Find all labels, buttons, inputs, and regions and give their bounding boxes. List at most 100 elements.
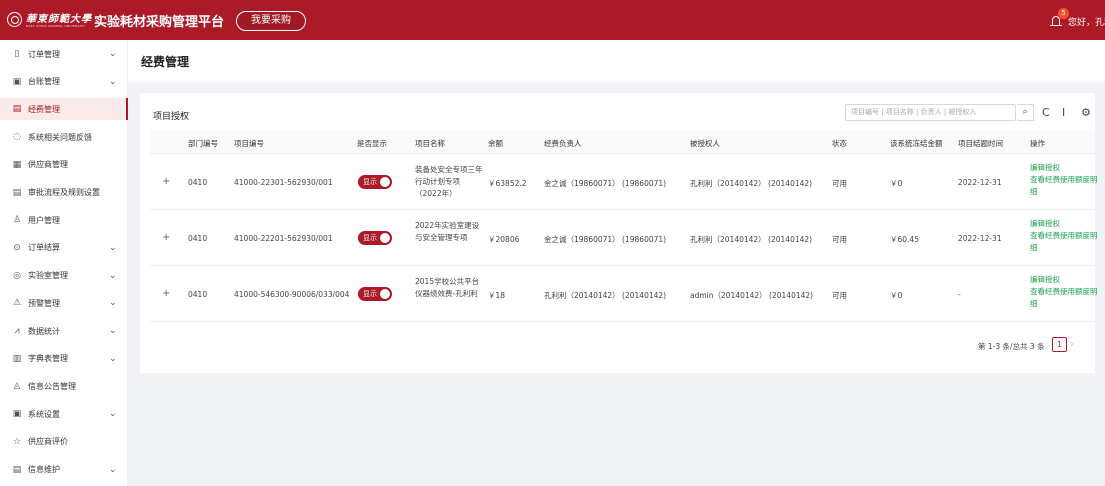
view-usage-link[interactable]: 查看经费使用额度明细 bbox=[1030, 230, 1100, 254]
page-title: 经费管理 bbox=[141, 55, 190, 69]
frozen-amount-cell: ￥0 bbox=[890, 179, 903, 188]
table-header: 部门编号 项目编号 是否显示 项目名称 余额 经费负责人 被授权人 状态 该系统… bbox=[150, 131, 1095, 154]
col-op: 操作 bbox=[1030, 139, 1045, 148]
status-cell: 可用 bbox=[832, 291, 847, 300]
project-name-cell: 装备处安全专项三年行动计划专项（2022年） bbox=[415, 165, 483, 198]
page-header: 经费管理 bbox=[128, 40, 1105, 82]
status-cell: 可用 bbox=[832, 179, 847, 188]
sidebar-item[interactable]: ▦ 供应商管理 bbox=[0, 154, 128, 176]
project-auth-card: 项目授权 项目编号 | 项目名称 | 负责人 | 被授权人 ⌕ C I ⚙ 部门… bbox=[140, 93, 1098, 373]
main-content: 经费管理 项目授权 项目编号 | 项目名称 | 负责人 | 被授权人 ⌕ C I… bbox=[128, 40, 1105, 486]
edit-auth-link[interactable]: 编辑授权 bbox=[1030, 218, 1100, 230]
sidebar-item[interactable]: ◎ 实验室管理 ⌄ bbox=[0, 265, 128, 287]
search-input[interactable]: 项目编号 | 项目名称 | 负责人 | 被授权人 bbox=[845, 104, 1016, 121]
settings-icon: ▣ bbox=[12, 409, 22, 420]
sidebar-item[interactable]: ▣ 台账管理 ⌄ bbox=[0, 71, 128, 93]
table-row: + 显示 0410 41000-22201-562930/001 2022年实验室建设与… bbox=[150, 210, 1098, 266]
sidebar-item[interactable]: ⚠ 预警管理 ⌄ bbox=[0, 292, 128, 314]
view-usage-link[interactable]: 查看经费使用额度明细 bbox=[1030, 286, 1100, 310]
page-number-button[interactable]: 1 bbox=[1052, 337, 1067, 352]
card-title: 项目授权 bbox=[153, 112, 190, 122]
alert-icon: ⚠ bbox=[12, 298, 22, 309]
col-balance: 余额 bbox=[488, 139, 503, 148]
proj-no-cell: 41000-546300-90006/033/004 bbox=[234, 290, 350, 299]
chevron-down-icon[interactable]: ⌄ bbox=[109, 354, 117, 364]
sidebar-item-label: 信息公告管理 bbox=[28, 381, 76, 391]
top-navbar: 華東師範大學 EAST CHINA NORMAL UNIVERSITY 实验耗材… bbox=[0, 0, 1105, 40]
display-toggle[interactable]: 显示 bbox=[358, 287, 392, 301]
display-toggle[interactable]: 显示 bbox=[358, 231, 392, 245]
refresh-icon[interactable]: C bbox=[1042, 106, 1050, 119]
expand-row-icon[interactable]: + bbox=[162, 232, 170, 243]
end-date-cell: 2022-12-31 bbox=[958, 178, 1002, 187]
sidebar-item-label: 经费管理 bbox=[28, 104, 60, 114]
expand-row-icon[interactable]: + bbox=[162, 288, 170, 299]
sidebar-item[interactable]: ☆ 供应商评价 bbox=[0, 431, 128, 453]
dict-icon: ▥ bbox=[12, 353, 22, 364]
file-icon: ▯ bbox=[14, 49, 20, 59]
balance-cell: ￥18 bbox=[488, 291, 506, 300]
toggle-label: 显示 bbox=[363, 290, 377, 298]
sidebar-item[interactable]: ▤ 审批流程及规则设置 bbox=[0, 182, 128, 204]
dept-cell: 0410 bbox=[188, 290, 208, 299]
col-proj-no: 项目编号 bbox=[234, 139, 264, 148]
university-logo-icon bbox=[7, 12, 22, 27]
bell-icon: ◬ bbox=[13, 381, 21, 392]
flow-icon: ▤ bbox=[12, 187, 22, 198]
display-toggle[interactable]: 显示 bbox=[358, 175, 392, 189]
sidebar-item[interactable]: ▥ 字典表管理 ⌄ bbox=[0, 348, 128, 370]
search-icon[interactable]: ⌕ bbox=[1017, 104, 1034, 121]
project-name-cell: 2022年实验室建设与安全管理专项 bbox=[415, 221, 480, 242]
expand-row-icon[interactable]: + bbox=[162, 176, 170, 187]
sidebar-item[interactable]: ▤ 信息维护 ⌄ bbox=[0, 459, 128, 481]
chevron-down-icon[interactable]: ⌄ bbox=[109, 298, 117, 308]
buy-button[interactable]: 我要采购 bbox=[236, 11, 306, 31]
col-end: 项目结题时间 bbox=[958, 139, 1003, 148]
col-name: 项目名称 bbox=[415, 139, 445, 148]
sidebar-item[interactable]: ♙ 用户管理 bbox=[0, 209, 128, 231]
star-icon: ☆ bbox=[12, 436, 22, 447]
chevron-down-icon[interactable]: ⌄ bbox=[109, 77, 117, 87]
frozen-amount-cell: ￥60.45 bbox=[890, 235, 919, 244]
edit-auth-link[interactable]: 编辑授权 bbox=[1030, 274, 1100, 286]
sidebar-item-label: 实验室管理 bbox=[28, 271, 68, 281]
sidebar-item-label: 系统相关问题反馈 bbox=[28, 132, 92, 142]
sidebar-item-label: 台账管理 bbox=[28, 77, 60, 87]
table-row: + 显示 0410 41000-22301-562930/001 装备处安全专项三年行动… bbox=[150, 154, 1098, 210]
sidebar-item-label: 信息维护 bbox=[28, 465, 60, 474]
sidebar-item[interactable]: ⩘ 数据统计 ⌄ bbox=[0, 320, 128, 342]
sidebar-item[interactable]: ▣ 系统设置 ⌄ bbox=[0, 403, 128, 425]
col-status: 状态 bbox=[832, 139, 847, 148]
chevron-down-icon[interactable]: ⌄ bbox=[109, 271, 117, 281]
chevron-down-icon[interactable]: ⌄ bbox=[109, 409, 117, 419]
chevron-down-icon[interactable]: ⌄ bbox=[109, 465, 117, 475]
sidebar-item-label: 用户管理 bbox=[28, 215, 60, 225]
sidebar-item-label: 审批流程及规则设置 bbox=[28, 188, 100, 197]
col-frozen: 该系统冻结金额 bbox=[890, 139, 943, 148]
sidebar-item[interactable]: ▯ 订单管理 ⌄ bbox=[0, 43, 128, 65]
chevron-down-icon[interactable]: ⌄ bbox=[109, 326, 117, 336]
sidebar-item[interactable]: ⊙ 订单结算 ⌄ bbox=[0, 237, 128, 259]
chevron-down-icon[interactable]: ⌄ bbox=[109, 243, 117, 253]
user-greeting[interactable]: 您好，孔利利 bbox=[1068, 15, 1105, 28]
sidebar-item[interactable]: ▤ 经费管理 bbox=[0, 98, 128, 121]
sidebar-item[interactable]: ◬ 信息公告管理 bbox=[0, 375, 128, 397]
col-dept: 部门编号 bbox=[188, 139, 218, 148]
row-height-icon[interactable]: I bbox=[1062, 106, 1065, 119]
manager-cell: 金之诚（19860071） (19860071) bbox=[544, 235, 667, 244]
sidebar-item-label: 预警管理 bbox=[28, 298, 60, 308]
sidebar-item[interactable]: ◌ 系统相关问题反馈 bbox=[0, 126, 128, 148]
prev-page-button[interactable]: ‹ bbox=[1040, 339, 1044, 350]
sidebar-item-label: 供应商评价 bbox=[28, 437, 68, 447]
edit-auth-link[interactable]: 编辑授权 bbox=[1030, 162, 1100, 174]
next-page-button[interactable]: › bbox=[1070, 339, 1074, 350]
end-date-cell: 2022-12-31 bbox=[958, 234, 1002, 243]
university-name-en: EAST CHINA NORMAL UNIVERSITY bbox=[26, 24, 86, 28]
sidebar-item-label: 供应商管理 bbox=[28, 160, 68, 170]
chevron-down-icon[interactable]: ⌄ bbox=[109, 49, 117, 59]
sidebar-item-label: 数据统计 bbox=[28, 326, 60, 336]
sidebar-item-label: 订单结算 bbox=[28, 243, 60, 253]
settings-icon[interactable]: ⚙ bbox=[1081, 106, 1091, 119]
view-usage-link[interactable]: 查看经费使用额度明细 bbox=[1030, 174, 1100, 198]
dept-cell: 0410 bbox=[188, 234, 208, 243]
